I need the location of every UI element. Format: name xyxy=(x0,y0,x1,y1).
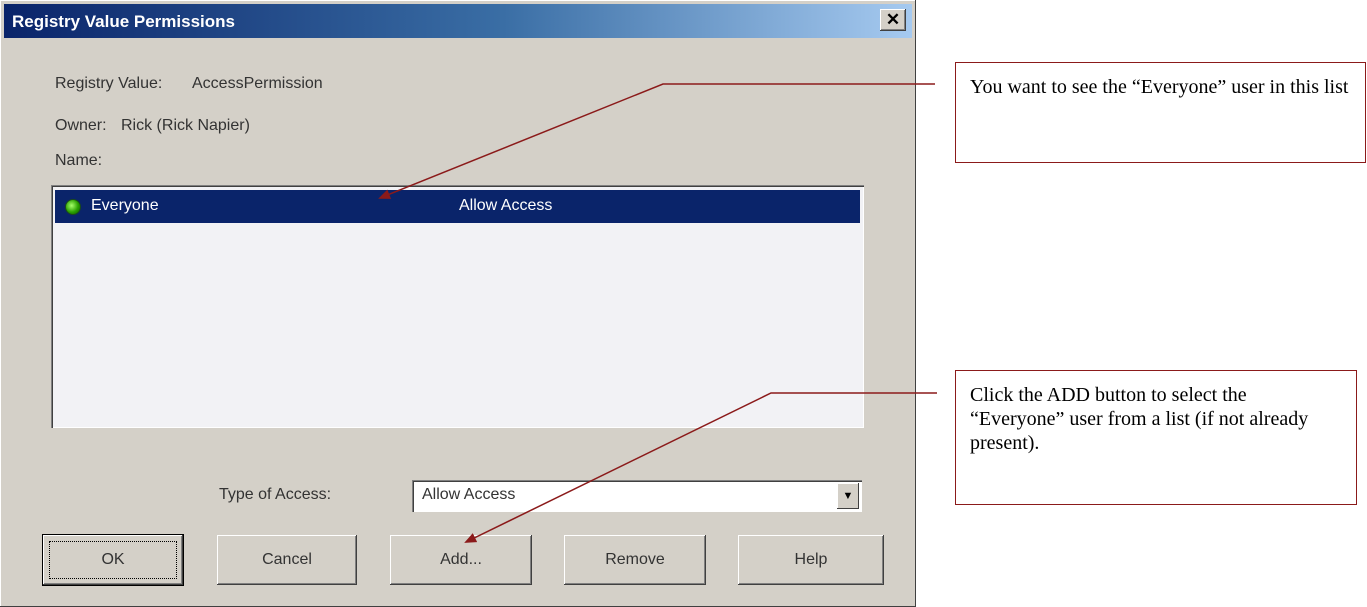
annotation-arrows xyxy=(378,83,937,543)
arrow-to-add-button xyxy=(464,392,937,543)
arrow-to-list xyxy=(378,83,935,199)
